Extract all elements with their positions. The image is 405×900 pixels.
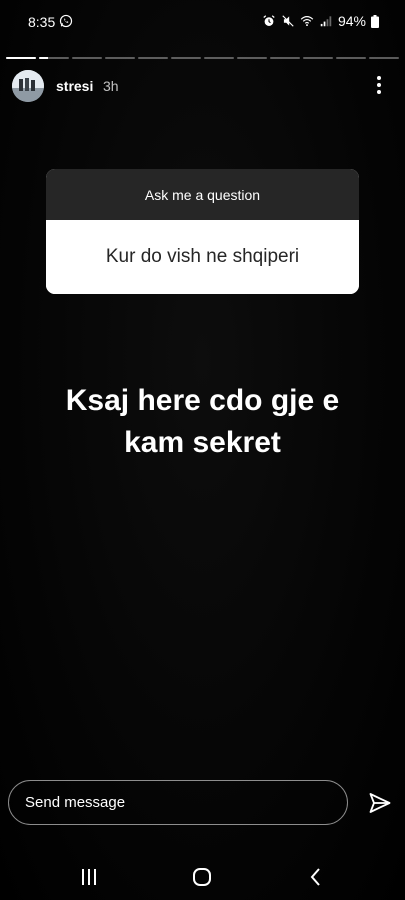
story-progress-segment [6,57,36,59]
send-message-placeholder: Send message [25,794,126,811]
story-answer-text: Ksaj here cdo gje e kam sekret [20,380,385,464]
story-progress-segment [138,57,168,59]
recent-apps-icon[interactable] [79,868,99,886]
story-header: stresi 3h [10,68,395,102]
story-timestamp: 3h [103,78,119,94]
story-progress-fill [39,57,48,59]
alarm-icon [263,15,275,26]
home-icon[interactable] [192,867,212,887]
story-progress-segment [336,57,366,59]
send-message-input[interactable]: Send message [8,780,348,825]
story-progress-segment [39,57,69,59]
avatar[interactable] [12,70,44,102]
avatar-image [12,70,44,102]
more-vertical-icon[interactable] [367,72,391,98]
back-icon[interactable] [307,867,325,887]
story-progress [6,57,399,60]
story-progress-segment [303,57,333,59]
battery-icon [371,14,379,28]
system-navigation-bar [0,853,405,900]
signal-icon [320,16,332,27]
story-progress-segment [237,57,267,59]
story-progress-segment [72,57,102,59]
wifi-icon [300,16,314,27]
send-icon[interactable] [368,791,392,815]
status-time: 8:35 [28,14,56,30]
story-progress-segment [270,57,300,59]
story-progress-segment [369,57,399,59]
answer-line-1: Ksaj here cdo gje e [65,384,340,417]
question-sticker-header: Ask me a question [46,169,359,220]
story-progress-segment [204,57,234,59]
question-sticker[interactable]: Ask me a question Kur do vish ne shqiper… [46,169,359,294]
status-right-group: 94% [262,13,379,29]
status-bar: 8:35 94% [0,0,405,44]
story-progress-segment [105,57,135,59]
question-sticker-question: Kur do vish ne shqiperi [46,220,359,294]
story-progress-segment [171,57,201,59]
story-progress-fill [6,57,36,59]
mute-icon [282,15,294,27]
battery-percentage: 94% [337,13,366,29]
story-username[interactable]: stresi [56,78,93,94]
whatsapp-icon [59,14,73,28]
answer-line-2: kam sekret [124,426,281,459]
